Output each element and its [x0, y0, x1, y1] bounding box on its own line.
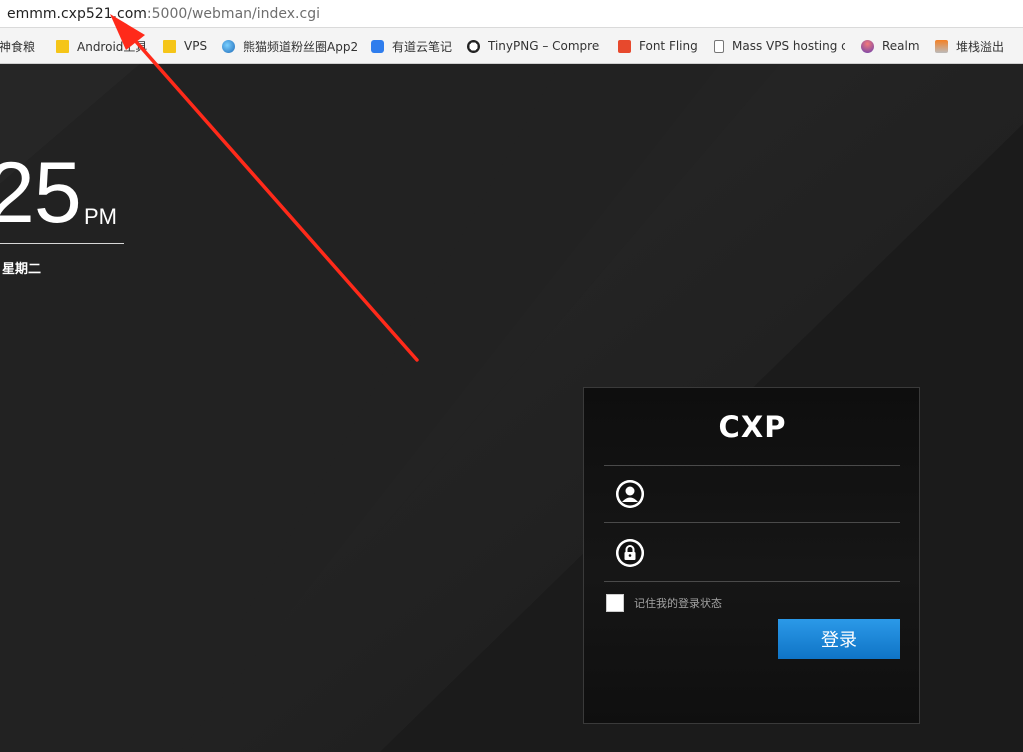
clock-divider [0, 243, 124, 244]
login-title: CXP [718, 410, 787, 444]
remember-me-label: 记住我的登录状态 [634, 597, 722, 610]
password-input[interactable] [604, 525, 900, 581]
globe-icon [222, 39, 235, 53]
stackoverflow-icon [935, 39, 948, 53]
username-input[interactable] [604, 466, 900, 522]
clock-ampm: PM [84, 204, 117, 229]
bookmark-label: 堆栈溢出 [956, 39, 1005, 54]
url-host: emmm.cxp521.com [7, 6, 147, 22]
font-icon [618, 39, 631, 53]
panda-icon [467, 39, 480, 53]
bookmark-label: Font Fling [639, 39, 698, 53]
bookmark-item[interactable]: TinyPNG – Compress [467, 37, 600, 55]
bookmark-label: 有道云笔记 [392, 39, 453, 54]
url-text[interactable]: emmm.cxp521.com:5000/webman/index.cgi [7, 5, 320, 23]
clock-time: 25 [0, 145, 82, 241]
bookmark-item[interactable]: Realm [861, 37, 920, 55]
bookmark-item[interactable]: 堆栈溢出 [935, 37, 1004, 55]
bookmark-label: 精神食粮 [0, 39, 36, 54]
bookmark-item[interactable]: Font Fling [618, 37, 698, 55]
bookmark-item[interactable]: Mass VPS hosting c [714, 37, 845, 55]
divider [604, 522, 900, 523]
clock-weekday: 星期二 [2, 262, 42, 277]
url-path: :5000/webman/index.cgi [146, 6, 320, 22]
folder-icon [163, 39, 176, 53]
bookmark-item[interactable]: VPS [163, 37, 207, 55]
bookmark-label: Mass VPS hosting c [732, 39, 845, 53]
bookmarks-bar: 精神食粮 Android工具 VPS 熊猫频道粉丝圈App2 有道云笔记 Tin… [0, 28, 1023, 64]
divider [604, 581, 900, 582]
bookmark-label: Realm [882, 39, 920, 53]
bookmark-label: 熊猫频道粉丝圈App2 [243, 39, 358, 54]
bookmark-item[interactable]: 有道云笔记 [371, 37, 452, 55]
bookmark-label: TinyPNG – Compress [488, 39, 600, 53]
login-button[interactable]: 登录 [778, 619, 900, 659]
bookmark-item[interactable]: Android工具 [56, 37, 147, 55]
bookmark-label: VPS [184, 39, 208, 53]
page-icon [714, 39, 724, 53]
login-panel: CXP 记住我的登录状态 登录 [583, 387, 920, 724]
address-bar[interactable]: emmm.cxp521.com:5000/webman/index.cgi [0, 0, 1023, 28]
note-icon [371, 39, 384, 53]
bookmark-label: Android工具 [77, 39, 148, 54]
bookmark-item[interactable]: 精神食粮 [0, 37, 35, 55]
remember-me-checkbox[interactable] [606, 594, 624, 612]
bookmark-item[interactable]: 熊猫频道粉丝圈App2 [222, 37, 358, 55]
folder-icon [56, 39, 69, 53]
realm-icon [861, 39, 874, 53]
